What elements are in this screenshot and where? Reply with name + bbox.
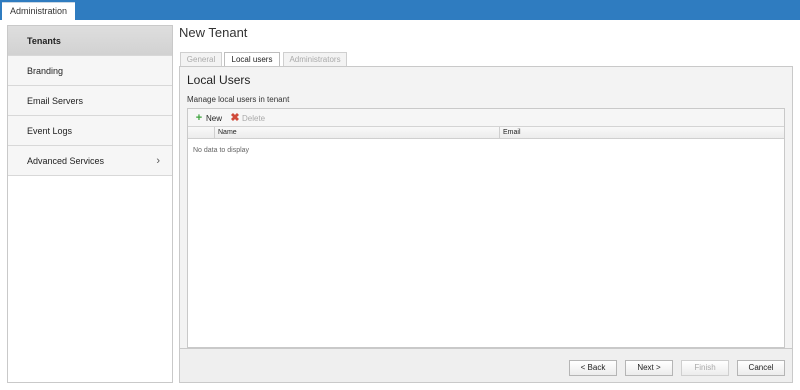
sidebar-item-event-logs[interactable]: Event Logs — [8, 116, 172, 146]
column-header-name[interactable]: Name — [215, 127, 500, 138]
empty-message: No data to display — [193, 147, 250, 154]
wizard-footer: < Back Next > Finish Cancel — [179, 349, 793, 383]
delete-button[interactable]: ✖ Delete — [230, 112, 265, 125]
panel-subtitle: Manage local users in tenant — [187, 95, 290, 104]
tab-administration[interactable]: Administration — [2, 2, 76, 20]
plus-icon: + — [195, 112, 203, 124]
local-users-panel: Local Users Manage local users in tenant… — [179, 66, 793, 349]
sidebar-item-label: Event Logs — [27, 126, 73, 136]
new-button-label: New — [206, 114, 223, 123]
grid-header: Name Email — [188, 127, 784, 139]
column-header-email[interactable]: Email — [500, 127, 521, 138]
tab-general[interactable]: General — [180, 52, 222, 67]
sidebar-item-label: Branding — [27, 66, 64, 76]
select-column-header[interactable] — [188, 127, 215, 138]
sidebar-item-tenants[interactable]: Tenants — [8, 26, 172, 56]
sidebar-item-label: Email Servers — [27, 96, 84, 106]
new-button[interactable]: + New — [194, 112, 222, 125]
chevron-right-icon: › — [156, 155, 160, 167]
sidebar-item-label: Advanced Services — [27, 156, 105, 166]
sidebar-item-advanced-services[interactable]: Advanced Services › — [8, 146, 172, 176]
delete-button-label: Delete — [242, 114, 266, 123]
tab-administrators[interactable]: Administrators — [283, 52, 347, 67]
panel-title: Local Users — [187, 73, 251, 87]
top-bar: Administration — [0, 0, 800, 20]
back-button[interactable]: < Back — [569, 360, 617, 376]
users-grid: + New ✖ Delete Name Email No data to displ… — [187, 108, 785, 348]
next-button[interactable]: Next > — [625, 360, 673, 376]
sidebar-item-email-servers[interactable]: Email Servers — [8, 86, 172, 116]
page-title: New Tenant — [179, 25, 248, 40]
sidebar-item-branding[interactable]: Branding — [8, 56, 172, 86]
grid-toolbar: + New ✖ Delete — [188, 109, 784, 127]
sidebar: Tenants Branding Email Servers Event Log… — [7, 25, 173, 383]
sidebar-item-label: Tenants — [27, 36, 61, 46]
cancel-button[interactable]: Cancel — [737, 360, 785, 376]
finish-button[interactable]: Finish — [681, 360, 729, 376]
x-icon: ✖ — [230, 112, 240, 124]
